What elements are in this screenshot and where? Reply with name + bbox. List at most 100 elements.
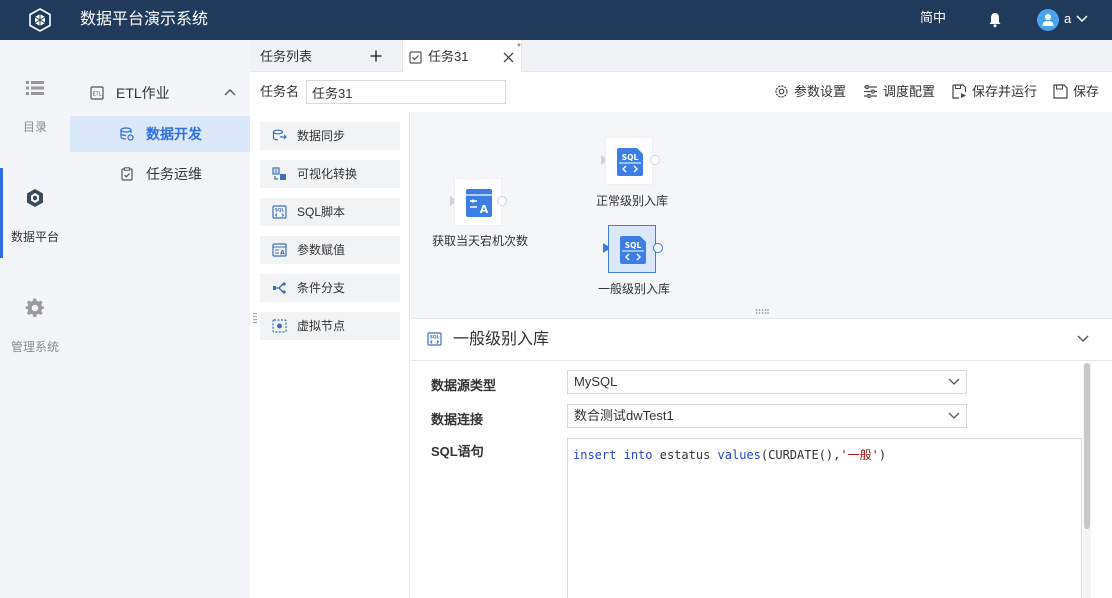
sql-keyword: values [717, 448, 761, 462]
rail-item-admin[interactable]: 管理系统 [0, 298, 70, 388]
sql-keyword: insert [573, 448, 617, 462]
database-icon [120, 127, 134, 141]
sql-string-literal: '一般' [840, 448, 879, 462]
flow-canvas[interactable]: A 获取当天宕机次数 SQL 正常级别入库 SQL 一般级别入库 [411, 112, 1112, 318]
tab-task-list[interactable]: 任务列表 [250, 40, 400, 72]
rail-item-catalog[interactable]: 目录 [0, 78, 70, 168]
palette-item-data-sync[interactable]: 数据同步 [260, 122, 400, 150]
chevron-down-icon [948, 378, 960, 385]
add-icon[interactable] [370, 50, 382, 62]
sliders-icon [864, 85, 877, 98]
palette-item-label: 可视化转换 [297, 167, 358, 181]
flow-node-sql-general[interactable]: SQL [608, 225, 656, 273]
save-button[interactable]: 保存 [1053, 72, 1103, 112]
connection-select[interactable]: 数合测试dwTest1 [567, 404, 967, 428]
svg-text:SQL: SQL [275, 208, 285, 213]
sql-icon: SQL [272, 205, 287, 219]
node-property-panel: SQL 一般级别入库 数据源类型 MySQL 数据连接 数合测试dwTest1 … [411, 318, 1112, 598]
close-icon[interactable] [503, 52, 514, 63]
rail-label: 数据平台 [10, 230, 59, 244]
branch-icon [273, 282, 286, 294]
flow-node-param-assign[interactable]: A [454, 178, 502, 226]
chevron-up-icon[interactable] [224, 88, 236, 96]
node-output-port[interactable] [497, 196, 507, 206]
save-run-icon [952, 84, 967, 99]
save-and-run-button[interactable]: 保存并运行 [952, 72, 1038, 112]
sidebar-item-label: 任务运维 [146, 166, 202, 182]
node-output-port[interactable] [653, 243, 663, 253]
tab-label: 任务31 [428, 49, 469, 64]
user-icon [1042, 14, 1054, 26]
flow-node-label: 获取当天宕机次数 [432, 234, 529, 248]
virtual-node-icon [272, 319, 287, 333]
button-label: 参数设置 [794, 84, 847, 99]
datasource-type-label: 数据源类型 [431, 378, 497, 393]
palette-item-label: SQL脚本 [297, 205, 346, 219]
clipboard-icon [121, 167, 133, 181]
rail-label: 目录 [22, 120, 47, 134]
flow-node-sql-normal[interactable]: SQL [605, 137, 653, 185]
chevron-down-icon[interactable] [1077, 335, 1089, 343]
transform-icon [272, 167, 286, 180]
palette-item-param-assign[interactable]: A 参数赋值 [260, 236, 400, 264]
sidebar-item-task-ops[interactable]: 任务运维 [70, 156, 250, 192]
palette-item-label: 条件分支 [297, 281, 346, 295]
svg-text:SQL: SQL [625, 241, 642, 250]
select-value: MySQL [574, 374, 618, 389]
svg-text:A: A [480, 203, 489, 216]
scrollbar-thumb[interactable] [1084, 363, 1090, 529]
sql-keyword: into [623, 448, 653, 462]
svg-text:SQL: SQL [622, 153, 639, 162]
tab-task-31[interactable]: 任务31 * [402, 40, 522, 73]
palette-item-virtual-node[interactable]: 虚拟节点 [260, 312, 400, 340]
list-icon [26, 81, 44, 95]
datasource-type-select[interactable]: MySQL [567, 370, 967, 394]
tab-label: 任务列表 [260, 49, 313, 64]
palette-item-condition-branch[interactable]: 条件分支 [260, 274, 400, 302]
task-name-input[interactable] [306, 80, 506, 104]
panel-header: SQL 一般级别入库 [411, 319, 1112, 361]
sql-paren: ) [878, 448, 887, 462]
user-name[interactable]: a [1064, 0, 1071, 38]
bell-icon[interactable] [988, 12, 1002, 28]
cube-icon [27, 189, 43, 207]
resize-handle-icon[interactable] [253, 312, 257, 324]
user-avatar[interactable] [1037, 9, 1059, 31]
language-switch[interactable]: 简中 [920, 0, 946, 36]
app-logo-icon[interactable] [28, 8, 52, 32]
save-icon [1053, 84, 1068, 99]
sidebar-item-data-dev[interactable]: 数据开发 [70, 116, 250, 152]
palette-item-label: 参数赋值 [297, 243, 346, 257]
etl-icon: ETL [90, 86, 104, 100]
rail-label: 管理系统 [10, 340, 59, 354]
sync-icon [272, 129, 287, 141]
sql-icon: SQL [427, 332, 442, 346]
tab-bar: 任务列表 任务31 * [250, 40, 1112, 73]
sql-function-call: (CURDATE(), [760, 448, 841, 462]
primary-nav-rail: 目录 数据平台 管理系统 [0, 40, 70, 598]
sql-statement-label: SQL语句 [431, 444, 484, 459]
svg-text:ETL: ETL [93, 92, 102, 98]
secondary-sidebar: ETL ETL作业 数据开发 任务运维 [70, 40, 250, 598]
palette-item-sql-script[interactable]: SQL SQL脚本 [260, 198, 400, 226]
sql-code-line: insert into estatus values(CURDATE(),'一般… [573, 446, 886, 463]
palette-item-label: 虚拟节点 [297, 319, 346, 333]
task-name-label: 任务名 [260, 84, 300, 99]
rail-item-data-platform[interactable]: 数据平台 [0, 168, 70, 278]
panel-resize-handle-icon[interactable] [755, 309, 769, 314]
button-label: 保存并运行 [972, 84, 1038, 99]
sql-editor[interactable]: insert into estatus values(CURDATE(),'一般… [567, 438, 1082, 598]
schedule-config-button[interactable]: 调度配置 [863, 72, 935, 112]
param-assign-icon: A [272, 243, 287, 257]
params-settings-button[interactable]: 参数设置 [774, 72, 847, 112]
node-output-port[interactable] [650, 155, 660, 165]
sidebar-group-etl[interactable]: ETL ETL作业 [70, 76, 250, 110]
svg-text:SQL: SQL [430, 335, 440, 340]
palette-item-visual-transform[interactable]: 可视化转换 [260, 160, 400, 188]
sidebar-item-label: 数据开发 [146, 126, 202, 142]
button-label: 保存 [1073, 84, 1100, 99]
panel-scrollbar[interactable] [1083, 363, 1091, 598]
chevron-down-icon[interactable] [1076, 15, 1088, 23]
unsaved-marker: * [517, 42, 521, 53]
gear-icon [25, 298, 45, 318]
